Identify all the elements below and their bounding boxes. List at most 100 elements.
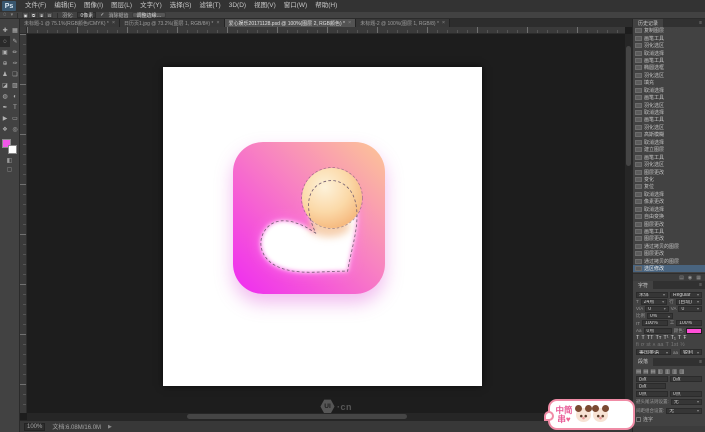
- leading-select[interactable]: (自动)▾: [676, 299, 702, 305]
- opentype-toggle[interactable]: ½: [680, 342, 685, 348]
- tool-brush[interactable]: ✑: [10, 58, 20, 69]
- tab-history[interactable]: 历史记录: [633, 19, 663, 27]
- selection-mode-icon[interactable]: ▣: [22, 12, 29, 18]
- tool-eyedropper[interactable]: ✏: [10, 47, 20, 58]
- font-family-select[interactable]: 宋体▾: [636, 292, 668, 298]
- proportional-spacing-select[interactable]: 0%▾: [647, 313, 673, 319]
- document-tab[interactable]: 日历页1.jpg @ 73.2%(图层 1, RGB/8#) * ×: [120, 19, 225, 27]
- tool-gradient[interactable]: ▨: [10, 80, 20, 91]
- history-entry[interactable]: 高斯模糊: [633, 131, 705, 138]
- tool-pen[interactable]: ✒: [0, 102, 10, 113]
- close-icon[interactable]: ×: [112, 20, 115, 26]
- alignment-button[interactable]: ▥: [665, 369, 670, 375]
- history-entry[interactable]: 选区修改: [633, 265, 705, 272]
- tool-zoom[interactable]: ◎: [10, 124, 20, 135]
- menu-item[interactable]: 文字(Y): [136, 0, 166, 12]
- history-entry[interactable]: 取消选择: [633, 139, 705, 146]
- history-entry[interactable]: 变化: [633, 176, 705, 183]
- close-icon[interactable]: ×: [348, 20, 351, 26]
- close-icon[interactable]: ×: [216, 20, 219, 26]
- history-entry[interactable]: 自由变换: [633, 213, 705, 220]
- history-entry[interactable]: 建立图层: [633, 146, 705, 153]
- alignment-button[interactable]: ▤: [650, 369, 655, 375]
- artboard[interactable]: [163, 67, 482, 386]
- tool-type[interactable]: T: [10, 102, 20, 113]
- history-entry[interactable]: 通过拷贝的图层: [633, 243, 705, 250]
- quick-mask-icon[interactable]: ◧: [0, 157, 19, 166]
- tool-move[interactable]: ✚: [0, 25, 10, 36]
- background-color-swatch[interactable]: [8, 145, 17, 154]
- menu-item[interactable]: 窗口(W): [280, 0, 311, 12]
- refine-edge-button[interactable]: 调整边缘…: [132, 12, 165, 18]
- document-tab[interactable]: 未标题-2 @ 100%(图层 1, RGB/8) * ×: [356, 19, 450, 27]
- tool-marquee[interactable]: ▦: [10, 25, 20, 36]
- horizontal-scrollbar-thumb[interactable]: [187, 414, 407, 419]
- zoom-level-field[interactable]: 100%: [24, 423, 45, 431]
- opentype-toggle[interactable]: T: [666, 342, 669, 348]
- opentype-toggle[interactable]: st: [646, 342, 650, 348]
- tool-lasso[interactable]: ◌: [0, 36, 10, 47]
- type-style-toggle[interactable]: T: [678, 335, 681, 341]
- status-options-arrow[interactable]: ▶: [108, 424, 112, 430]
- history-entry[interactable]: 画笔工具: [633, 228, 705, 235]
- menu-item[interactable]: 文件(F): [21, 0, 50, 12]
- font-style-select[interactable]: Regular▾: [670, 292, 702, 298]
- history-entry[interactable]: 画笔工具: [633, 94, 705, 101]
- tool-clone-stamp[interactable]: ♟: [0, 69, 10, 80]
- opentype-toggle[interactable]: ᴀ: [653, 342, 656, 348]
- menu-item[interactable]: 编辑(E): [50, 0, 80, 12]
- history-entry[interactable]: 羽化选区: [633, 124, 705, 131]
- history-entry[interactable]: 复位: [633, 183, 705, 190]
- history-entry[interactable]: 羽化选区: [633, 161, 705, 168]
- menu-item[interactable]: 图像(I): [80, 0, 107, 12]
- history-entry[interactable]: 画笔工具: [633, 57, 705, 64]
- history-entry[interactable]: 取消选择: [633, 109, 705, 116]
- panel-menu-icon[interactable]: ≡: [699, 281, 705, 289]
- selection-mode-icon[interactable]: ⧈: [38, 12, 45, 18]
- tab-character[interactable]: 字符: [633, 281, 653, 289]
- tool-dodge[interactable]: ◐: [10, 91, 20, 102]
- history-entry[interactable]: 图层更改: [633, 235, 705, 242]
- opentype-toggle[interactable]: aa: [657, 342, 663, 348]
- tool-shape[interactable]: ▭: [10, 113, 20, 124]
- text-color-swatch[interactable]: [686, 328, 702, 334]
- type-style-toggle[interactable]: T¹: [663, 335, 668, 341]
- type-style-toggle[interactable]: Ŧ: [683, 335, 686, 341]
- selection-mode-icon[interactable]: ⧉: [30, 12, 37, 18]
- horizontal-scrollbar[interactable]: [27, 413, 625, 420]
- panel-menu-icon[interactable]: ≡: [699, 19, 705, 27]
- history-action-icon-new-doc-from-state[interactable]: ▤: [679, 275, 684, 281]
- history-entry[interactable]: 羽化选区: [633, 72, 705, 79]
- space-after-field[interactable]: 0点: [670, 391, 702, 397]
- opentype-toggle[interactable]: 1st: [671, 342, 678, 348]
- alignment-button[interactable]: ▤: [636, 369, 641, 375]
- alignment-button[interactable]: ▥: [679, 369, 684, 375]
- tool-blur[interactable]: ◍: [0, 91, 10, 102]
- menu-item[interactable]: 选择(S): [166, 0, 196, 12]
- language-select[interactable]: 美国英语▾: [636, 349, 671, 355]
- opentype-toggle[interactable]: ơ: [641, 342, 645, 348]
- menu-item[interactable]: 滤镜(T): [195, 0, 224, 12]
- anti-alias-checkbox[interactable]: ✓: [100, 12, 104, 18]
- history-entry[interactable]: 图层更改: [633, 168, 705, 175]
- canvas-workspace[interactable]: UI ·cn: [20, 27, 632, 420]
- kerning-select[interactable]: 0▾: [645, 306, 669, 312]
- history-action-icon-delete-state[interactable]: ▦: [696, 275, 701, 281]
- document-tab[interactable]: 爱心娱乐20171128.psd @ 100%(图层 2, RGB颜色) * ×: [225, 19, 357, 27]
- hyphenate-checkbox[interactable]: [636, 417, 641, 422]
- document-tab[interactable]: 未标题-1 @ 75.1%(RGB颜色/CMYK) * ×: [20, 19, 120, 27]
- indent-right-field[interactable]: 0点: [670, 376, 702, 382]
- history-entry[interactable]: 复制图层: [633, 27, 705, 34]
- alignment-button[interactable]: ▥: [672, 369, 677, 375]
- history-entry[interactable]: 像素更改: [633, 198, 705, 205]
- type-style-toggle[interactable]: T: [636, 335, 639, 341]
- space-before-field[interactable]: 0点: [636, 391, 668, 397]
- menu-item[interactable]: 视图(V): [250, 0, 280, 12]
- indent-left-field[interactable]: 0点: [636, 376, 668, 382]
- type-style-toggle[interactable]: T₁: [671, 335, 676, 341]
- kinsoku-select[interactable]: 无▾: [671, 399, 702, 405]
- horizontal-scale-field[interactable]: 100%: [676, 320, 702, 326]
- history-entry[interactable]: 取消选择: [633, 206, 705, 213]
- panel-menu-icon[interactable]: ≡: [699, 358, 705, 366]
- tool-quick-select[interactable]: ✎: [10, 36, 20, 47]
